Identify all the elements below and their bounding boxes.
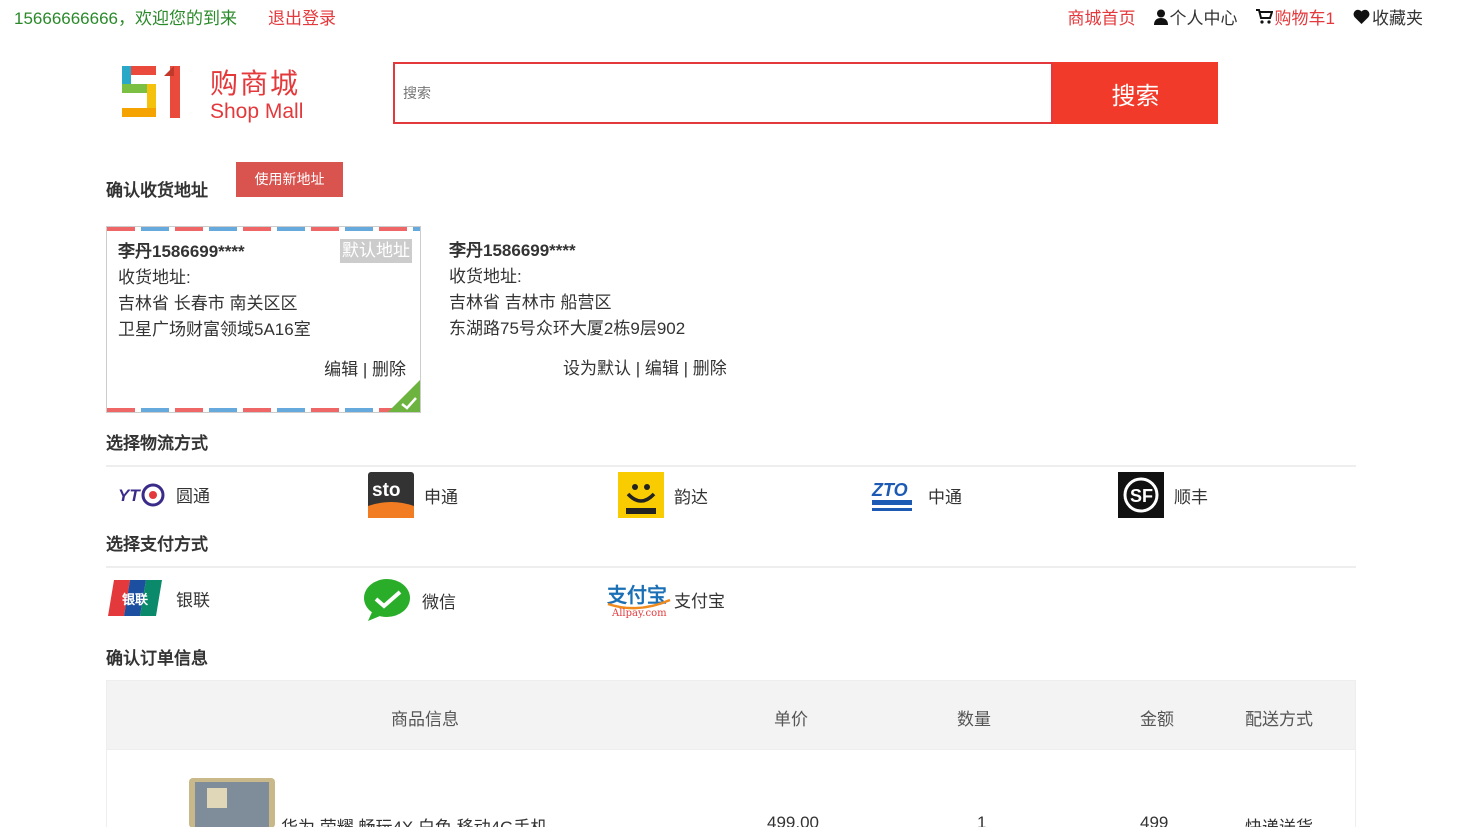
search-button[interactable]: 搜索	[1053, 62, 1218, 124]
col-delivery: 配送方式	[1245, 710, 1313, 729]
address-detail: 东湖路75号众环大厦2栋9层902	[449, 319, 686, 338]
alipay-logo-icon: 支付宝Allpay.com	[607, 583, 671, 619]
logistics-label: 圆通	[176, 486, 210, 506]
envelope-stripe-top	[107, 227, 420, 231]
yto-logo-icon: YT	[118, 483, 165, 507]
cart-icon	[1255, 9, 1273, 24]
table-row[interactable]: 华为 荣耀 畅玩4X 白色 移动4G手机 499.00 1 499 快递送货	[106, 750, 1356, 827]
address-region: 吉林省 长春市 南关区区	[118, 294, 298, 313]
logistics-section-title: 选择物流方式	[106, 434, 208, 453]
address-label: 收货地址:	[449, 267, 522, 286]
recipient-name: 李丹1586699****	[449, 241, 576, 260]
home-link[interactable]: 商城首页	[1068, 4, 1136, 29]
selected-check-icon	[388, 380, 420, 412]
unionpay-logo-text: 银联	[122, 592, 148, 608]
address-ops: 设为默认 | 编辑 | 删除	[563, 359, 727, 378]
logo-subtitle: Shop Mall	[210, 100, 304, 123]
logistics-option-sto[interactable]: sto 申通	[368, 472, 458, 518]
top-bar: 15666666666，欢迎您的到来 退出登录 商城首页 个人中心 购物车1 收…	[0, 0, 1469, 28]
logistics-label: 顺丰	[1174, 487, 1208, 507]
site-logo[interactable]: 购商城 Shop Mall	[120, 62, 320, 124]
payment-label: 微信	[422, 592, 456, 612]
cart-label: 购物车1	[1274, 9, 1335, 28]
sf-logo-icon: SF	[1118, 472, 1164, 518]
heart-icon	[1353, 9, 1370, 24]
payment-label: 银联	[176, 590, 210, 610]
order-section-title: 确认订单信息	[106, 649, 208, 668]
yunda-logo-icon	[618, 472, 664, 518]
new-address-button[interactable]: 使用新地址	[236, 162, 343, 197]
svg-text:ZTO: ZTO	[871, 480, 908, 500]
logistics-option-sf[interactable]: SF 顺丰	[1118, 472, 1208, 518]
product-image	[189, 778, 275, 827]
svg-text:SF: SF	[1130, 486, 1153, 506]
alipay-logo-sub: Allpay.com	[611, 608, 667, 619]
logout-link[interactable]: 退出登录	[268, 4, 336, 29]
payment-option-unionpay[interactable]: 银联 银联	[108, 578, 210, 618]
favorites-label: 收藏夹	[1372, 9, 1423, 28]
svg-text:YT: YT	[118, 486, 141, 505]
col-qty: 数量	[957, 710, 991, 729]
product-name[interactable]: 华为 荣耀 畅玩4X 白色 移动4G手机	[281, 813, 547, 827]
col-product: 商品信息	[391, 710, 459, 729]
address-region: 吉林省 吉林市 船营区	[449, 293, 612, 312]
envelope-stripe-bottom	[107, 408, 420, 412]
cart-link[interactable]: 购物车1	[1255, 4, 1335, 29]
logo-title: 购商城	[210, 68, 301, 99]
divider	[106, 465, 1356, 467]
edit-address-link[interactable]: 编辑	[645, 359, 679, 378]
zto-logo-icon: ZTO	[871, 480, 912, 511]
logistics-option-yto[interactable]: YT 圆通	[116, 472, 210, 516]
address-section-title: 确认收货地址	[106, 181, 208, 200]
greeting-text: 15666666666，欢迎您的到来	[14, 9, 238, 28]
edit-address-link[interactable]: 编辑	[324, 360, 358, 379]
delete-address-link[interactable]: 删除	[372, 360, 406, 379]
logistics-option-zto[interactable]: ZTO 中通	[868, 472, 962, 518]
address-card-default[interactable]: 李丹1586699**** 收货地址: 吉林省 长春市 南关区区 卫星广场财富领…	[106, 226, 421, 413]
user-icon	[1153, 9, 1168, 25]
logo-51-icon	[122, 66, 180, 118]
product-price: 499.00	[767, 813, 819, 827]
wechat-logo-icon	[364, 579, 410, 621]
col-amount: 金额	[1140, 710, 1174, 729]
address-label: 收货地址:	[118, 268, 191, 287]
payment-option-wechat[interactable]: 微信	[362, 578, 456, 622]
product-delivery: 快递送货	[1245, 813, 1313, 827]
divider	[106, 566, 1356, 568]
top-nav: 商城首页 个人中心 购物车1 收藏夹	[1068, 4, 1423, 29]
logistics-option-yunda[interactable]: 韵达	[618, 472, 708, 518]
col-price: 单价	[774, 710, 808, 729]
payment-label: 支付宝	[674, 591, 725, 611]
payment-option-alipay[interactable]: 支付宝 Allpay.com 支付宝	[606, 578, 725, 620]
user-center-label: 个人中心	[1169, 9, 1238, 28]
search-input[interactable]	[393, 62, 1053, 124]
unionpay-logo-icon: 银联	[108, 580, 162, 616]
sto-logo-icon: sto	[368, 472, 414, 518]
logistics-label: 申通	[424, 487, 458, 507]
default-badge: 默认地址	[340, 239, 412, 263]
user-center-link[interactable]: 个人中心	[1153, 4, 1238, 29]
order-table-header: 商品信息 单价 数量 金额 配送方式	[106, 680, 1356, 750]
logistics-label: 中通	[928, 487, 962, 507]
favorites-link[interactable]: 收藏夹	[1353, 4, 1423, 29]
address-card[interactable]: 李丹1586699**** 收货地址: 吉林省 吉林市 船营区 东湖路75号众环…	[438, 226, 758, 413]
product-qty: 1	[977, 813, 987, 827]
set-default-link[interactable]: 设为默认	[563, 359, 631, 378]
address-detail: 卫星广场财富领域5A16室	[118, 320, 311, 339]
logistics-label: 韵达	[674, 487, 708, 507]
payment-section-title: 选择支付方式	[106, 535, 208, 554]
recipient-name: 李丹1586699****	[118, 242, 245, 261]
svg-text:sto: sto	[372, 480, 401, 501]
delete-address-link[interactable]: 删除	[693, 359, 727, 378]
product-amount: 499	[1140, 813, 1169, 827]
